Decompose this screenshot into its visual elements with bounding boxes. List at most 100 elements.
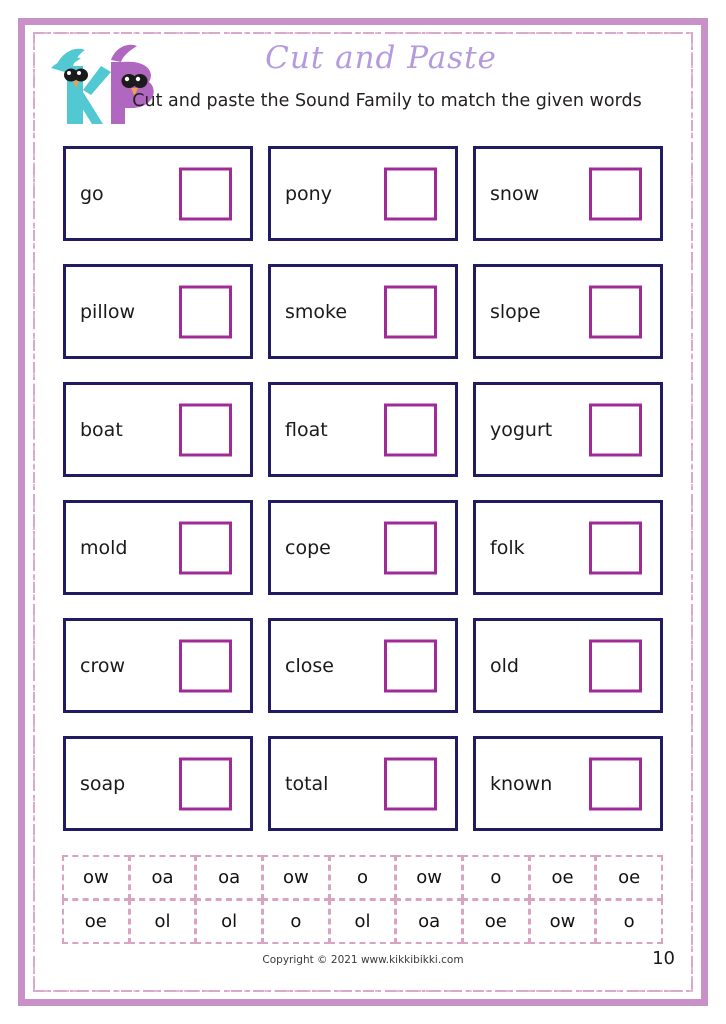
- answer-box[interactable]: [179, 521, 232, 574]
- tile-label: o: [356, 866, 368, 888]
- word-card[interactable]: slope: [473, 264, 663, 359]
- inner-border-left: [33, 32, 35, 992]
- word-label: old: [490, 654, 519, 677]
- answer-box[interactable]: [384, 639, 437, 692]
- word-card[interactable]: pillow: [63, 264, 253, 359]
- answer-box[interactable]: [179, 757, 232, 810]
- cutout-tile[interactable]: ol: [128, 899, 197, 944]
- word-card[interactable]: old: [473, 618, 663, 713]
- cutout-tile[interactable]: o: [461, 855, 530, 900]
- cutout-tile[interactable]: ow: [528, 899, 597, 944]
- answer-box[interactable]: [384, 167, 437, 220]
- tile-label: oa: [418, 910, 441, 932]
- cutout-tile[interactable]: oe: [595, 855, 663, 900]
- copyright-text: Copyright © 2021 www.kikkibikki.com: [262, 954, 464, 966]
- word-label: cope: [285, 536, 331, 559]
- word-card[interactable]: close: [268, 618, 458, 713]
- cutout-tile[interactable]: oa: [128, 855, 197, 900]
- answer-box[interactable]: [589, 285, 642, 338]
- word-card[interactable]: yogurt: [473, 382, 663, 477]
- word-card[interactable]: folk: [473, 500, 663, 595]
- word-card[interactable]: pony: [268, 146, 458, 241]
- cutout-tile[interactable]: oe: [461, 899, 530, 944]
- answer-box[interactable]: [384, 403, 437, 456]
- tile-label: oe: [484, 910, 507, 932]
- word-card[interactable]: float: [268, 382, 458, 477]
- answer-box[interactable]: [589, 403, 642, 456]
- word-label: total: [285, 772, 329, 795]
- tile-label: oe: [551, 866, 574, 888]
- cutout-tile[interactable]: oa: [195, 855, 263, 900]
- worksheet-page: Cut and Paste Cut and paste the Sound Fa…: [0, 0, 726, 1024]
- answer-box[interactable]: [589, 167, 642, 220]
- tile-label: ow: [82, 866, 109, 888]
- word-label: crow: [80, 654, 126, 677]
- word-card[interactable]: snow: [473, 146, 663, 241]
- answer-box[interactable]: [179, 285, 232, 338]
- word-card[interactable]: total: [268, 736, 458, 831]
- cutout-tile[interactable]: ow: [395, 855, 463, 900]
- word-card[interactable]: smoke: [268, 264, 458, 359]
- word-card[interactable]: known: [473, 736, 663, 831]
- word-label: snow: [490, 182, 540, 205]
- cutout-tile[interactable]: oe: [62, 899, 130, 944]
- answer-box[interactable]: [179, 403, 232, 456]
- cutout-tile-grid: ow oa oa ow o ow o oe oe oe ol ol o ol o…: [62, 855, 663, 944]
- word-card[interactable]: crow: [63, 618, 253, 713]
- word-label: pillow: [80, 300, 136, 323]
- answer-box[interactable]: [179, 167, 232, 220]
- tile-label: ol: [354, 910, 371, 932]
- word-label: boat: [80, 418, 123, 441]
- page-subtitle: Cut and paste the Sound Family to match …: [132, 91, 642, 111]
- tile-label: oa: [218, 866, 241, 888]
- word-label: mold: [80, 536, 128, 559]
- tile-label: ol: [221, 910, 238, 932]
- word-label: go: [80, 182, 104, 205]
- inner-border-bottom: [33, 990, 693, 992]
- cutout-tile[interactable]: ow: [261, 855, 330, 900]
- word-label: known: [490, 772, 553, 795]
- cutout-tile[interactable]: oe: [528, 855, 597, 900]
- cutout-tile[interactable]: o: [328, 855, 397, 900]
- answer-box[interactable]: [384, 757, 437, 810]
- cutout-tile[interactable]: ow: [62, 855, 130, 900]
- tile-label: ow: [416, 866, 443, 888]
- tile-label: oe: [84, 910, 107, 932]
- cutout-tile[interactable]: o: [595, 899, 663, 944]
- worksheet-header: Cut and Paste Cut and paste the Sound Fa…: [33, 34, 693, 130]
- page-title: Cut and Paste: [265, 40, 497, 76]
- word-label: pony: [285, 182, 332, 205]
- tile-label: oa: [151, 866, 174, 888]
- page-number: 10: [652, 948, 675, 969]
- tile-label: o: [290, 910, 302, 932]
- cutout-tile[interactable]: o: [261, 899, 330, 944]
- word-card[interactable]: cope: [268, 500, 458, 595]
- answer-box[interactable]: [384, 285, 437, 338]
- answer-box[interactable]: [589, 639, 642, 692]
- tile-label: ow: [282, 866, 309, 888]
- word-label: yogurt: [490, 418, 553, 441]
- cutout-tile[interactable]: oa: [395, 899, 463, 944]
- word-card[interactable]: boat: [63, 382, 253, 477]
- tile-label: ow: [549, 910, 576, 932]
- tile-label: oe: [618, 866, 641, 888]
- inner-border-right: [691, 32, 693, 992]
- word-card[interactable]: go: [63, 146, 253, 241]
- word-card-grid: go pony snow pillow smoke slope boat flo…: [63, 146, 663, 831]
- word-label: slope: [490, 300, 541, 323]
- tile-label: ol: [154, 910, 171, 932]
- answer-box[interactable]: [179, 639, 232, 692]
- tile-label: o: [490, 866, 502, 888]
- word-card[interactable]: soap: [63, 736, 253, 831]
- word-label: close: [285, 654, 334, 677]
- cutout-tile[interactable]: ol: [328, 899, 397, 944]
- answer-box[interactable]: [384, 521, 437, 574]
- cutout-tile[interactable]: ol: [195, 899, 263, 944]
- word-label: float: [285, 418, 328, 441]
- answer-box[interactable]: [589, 757, 642, 810]
- word-label: folk: [490, 536, 525, 559]
- word-card[interactable]: mold: [63, 500, 253, 595]
- page-footer: Copyright © 2021 www.kikkibikki.com 10: [33, 948, 693, 984]
- answer-box[interactable]: [589, 521, 642, 574]
- word-label: soap: [80, 772, 126, 795]
